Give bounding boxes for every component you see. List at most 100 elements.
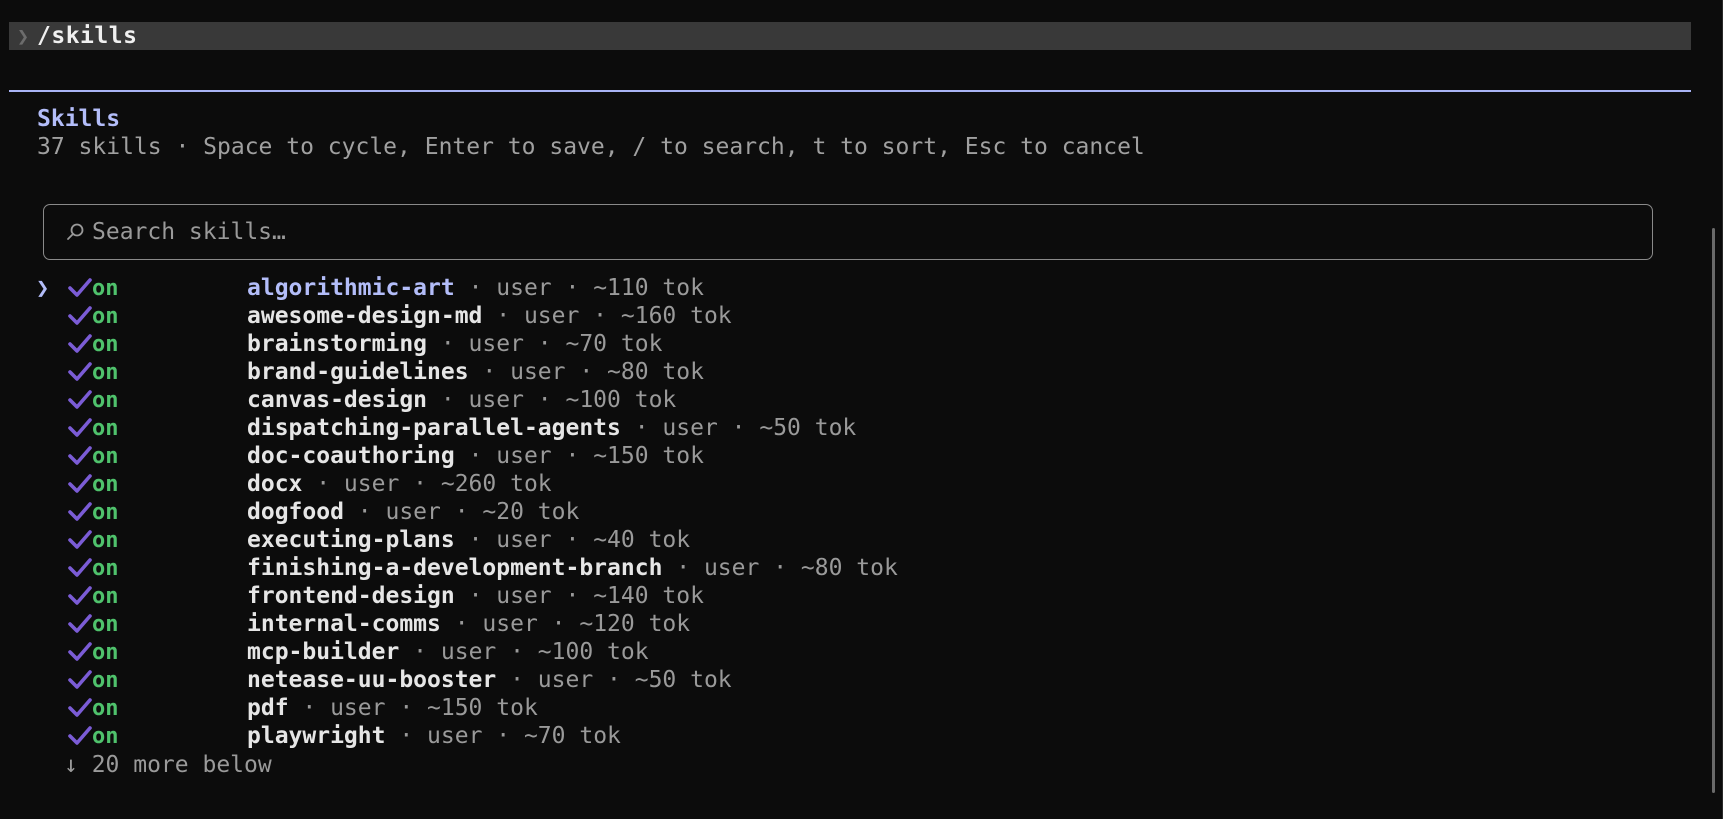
skill-meta: · user · ~100 tok	[427, 387, 677, 413]
skill-entry: dogfood · user · ~20 tok	[247, 499, 579, 525]
skill-state: on	[92, 695, 119, 721]
skill-meta: · user · ~50 tok	[620, 415, 857, 441]
skill-state: on	[92, 471, 119, 497]
skill-entry: pdf · user · ~150 tok	[247, 695, 538, 721]
panel-divider	[9, 90, 1691, 92]
skill-row[interactable]: on dispatching-parallel-agents · user · ~…	[0, 414, 1700, 442]
panel-title: Skills	[37, 106, 121, 132]
skill-name: playwright	[247, 723, 386, 749]
skill-meta: · user · ~150 tok	[454, 443, 704, 469]
skill-entry: netease-uu-booster · user · ~50 tok	[247, 667, 732, 693]
skill-state: on	[92, 639, 119, 665]
skill-name: dogfood	[247, 499, 344, 525]
skill-entry: finishing-a-development-branch · user · …	[247, 555, 898, 581]
check-icon	[68, 558, 92, 577]
skill-name: awesome-design-md	[247, 303, 483, 329]
skill-row[interactable]: on executing-plans · user · ~40 tok	[0, 526, 1700, 554]
skill-meta: · user · ~160 tok	[482, 303, 732, 329]
skill-row[interactable]: on dogfood · user · ~20 tok	[0, 498, 1700, 526]
check-icon	[68, 306, 92, 325]
check-icon	[68, 670, 92, 689]
skill-row[interactable]: on pdf · user · ~150 tok	[0, 694, 1700, 722]
skill-row[interactable]: on mcp-builder · user · ~100 tok	[0, 638, 1700, 666]
skill-entry: canvas-design · user · ~100 tok	[247, 387, 676, 413]
skill-state: on	[92, 667, 119, 693]
skill-row[interactable]: on playwright · user · ~70 tok	[0, 722, 1700, 750]
skill-entry: internal-comms · user · ~120 tok	[247, 611, 690, 637]
skill-meta: · user · ~150 tok	[288, 695, 538, 721]
skill-meta: · user · ~80 tok	[662, 555, 898, 581]
skill-name: algorithmic-art	[247, 275, 455, 301]
skill-row[interactable]: on internal-comms · user · ~120 tok	[0, 610, 1700, 638]
check-icon	[68, 362, 92, 381]
skill-name: docx	[247, 471, 303, 497]
check-icon	[68, 586, 92, 605]
skill-meta: · user · ~260 tok	[302, 471, 552, 497]
check-icon	[68, 502, 92, 521]
panel-subtitle: 37 skills · Space to cycle, Enter to sav…	[37, 134, 1145, 160]
skill-state: on	[92, 723, 119, 749]
skill-state: on	[92, 527, 119, 553]
check-icon	[68, 446, 92, 465]
skill-name: executing-plans	[247, 527, 455, 553]
skill-row[interactable]: on frontend-design · user · ~140 tok	[0, 582, 1700, 610]
search-input[interactable]	[92, 219, 1592, 245]
selection-cursor: ❯	[36, 275, 50, 301]
prompt-symbol: ❯	[16, 24, 30, 48]
check-icon	[68, 726, 92, 745]
check-icon	[68, 334, 92, 353]
skill-row[interactable]: on finishing-a-development-branch · user …	[0, 554, 1700, 582]
check-icon	[68, 278, 92, 297]
skill-row[interactable]: on awesome-design-md · user · ~160 tok	[0, 302, 1700, 330]
skill-name: brainstorming	[247, 331, 428, 357]
skill-meta: · user · ~20 tok	[343, 499, 580, 525]
skill-meta: · user · ~140 tok	[454, 583, 704, 609]
skill-name: pdf	[247, 695, 289, 721]
skill-state: on	[92, 499, 119, 525]
skill-meta: · user · ~50 tok	[496, 667, 732, 693]
skill-state: on	[92, 555, 119, 581]
skill-state: on	[92, 275, 119, 301]
skill-row[interactable]: on brand-guidelines · user · ~80 tok	[0, 358, 1700, 386]
check-icon	[68, 390, 92, 409]
skill-meta: · user · ~70 tok	[385, 723, 621, 749]
skill-name: canvas-design	[247, 387, 428, 413]
skill-state: on	[92, 583, 119, 609]
skill-state: on	[92, 303, 119, 329]
skill-state: on	[92, 415, 119, 441]
more-below-indicator: ↓ 20 more below	[64, 752, 272, 778]
skill-list: ❯ on algorithmic-art · user · ~110 tok on aw…	[0, 274, 1700, 750]
skill-name: internal-comms	[247, 611, 441, 637]
skill-row[interactable]: on docx · user · ~260 tok	[0, 470, 1700, 498]
skill-entry: algorithmic-art · user · ~110 tok	[247, 275, 704, 301]
skill-meta: · user · ~120 tok	[440, 611, 691, 637]
skill-entry: brainstorming · user · ~70 tok	[247, 331, 662, 357]
scrollbar[interactable]	[1712, 228, 1715, 793]
skill-state: on	[92, 359, 119, 385]
skill-name: netease-uu-booster	[247, 667, 497, 693]
skill-row[interactable]: on brainstorming · user · ~70 tok	[0, 330, 1700, 358]
terminal-window: ❯ /skills Skills 37 skills · Space to cy…	[0, 0, 1723, 819]
skill-row[interactable]: on doc-coauthoring · user · ~150 tok	[0, 442, 1700, 470]
skill-name: brand-guidelines	[247, 359, 469, 385]
skill-entry: dispatching-parallel-agents · user · ~50…	[247, 415, 856, 441]
skill-row[interactable]: on canvas-design · user · ~100 tok	[0, 386, 1700, 414]
skill-meta: · user · ~40 tok	[454, 527, 691, 553]
skill-entry: doc-coauthoring · user · ~150 tok	[247, 443, 704, 469]
check-icon	[68, 698, 92, 717]
check-icon	[68, 642, 92, 661]
check-icon	[68, 418, 92, 437]
command-line[interactable]: ❯ /skills	[9, 22, 1691, 50]
search-icon	[67, 223, 84, 240]
skill-row[interactable]: on netease-uu-booster · user · ~50 tok	[0, 666, 1700, 694]
skill-name: doc-coauthoring	[247, 443, 455, 469]
skill-entry: mcp-builder · user · ~100 tok	[247, 639, 649, 665]
search-box[interactable]	[43, 204, 1653, 260]
skill-entry: brand-guidelines · user · ~80 tok	[247, 359, 704, 385]
skill-state: on	[92, 331, 119, 357]
skill-row[interactable]: ❯ on algorithmic-art · user · ~110 tok	[0, 274, 1700, 302]
skill-name: frontend-design	[247, 583, 455, 609]
skill-name: mcp-builder	[247, 639, 400, 665]
skill-meta: · user · ~70 tok	[427, 331, 663, 357]
check-icon	[68, 474, 92, 493]
